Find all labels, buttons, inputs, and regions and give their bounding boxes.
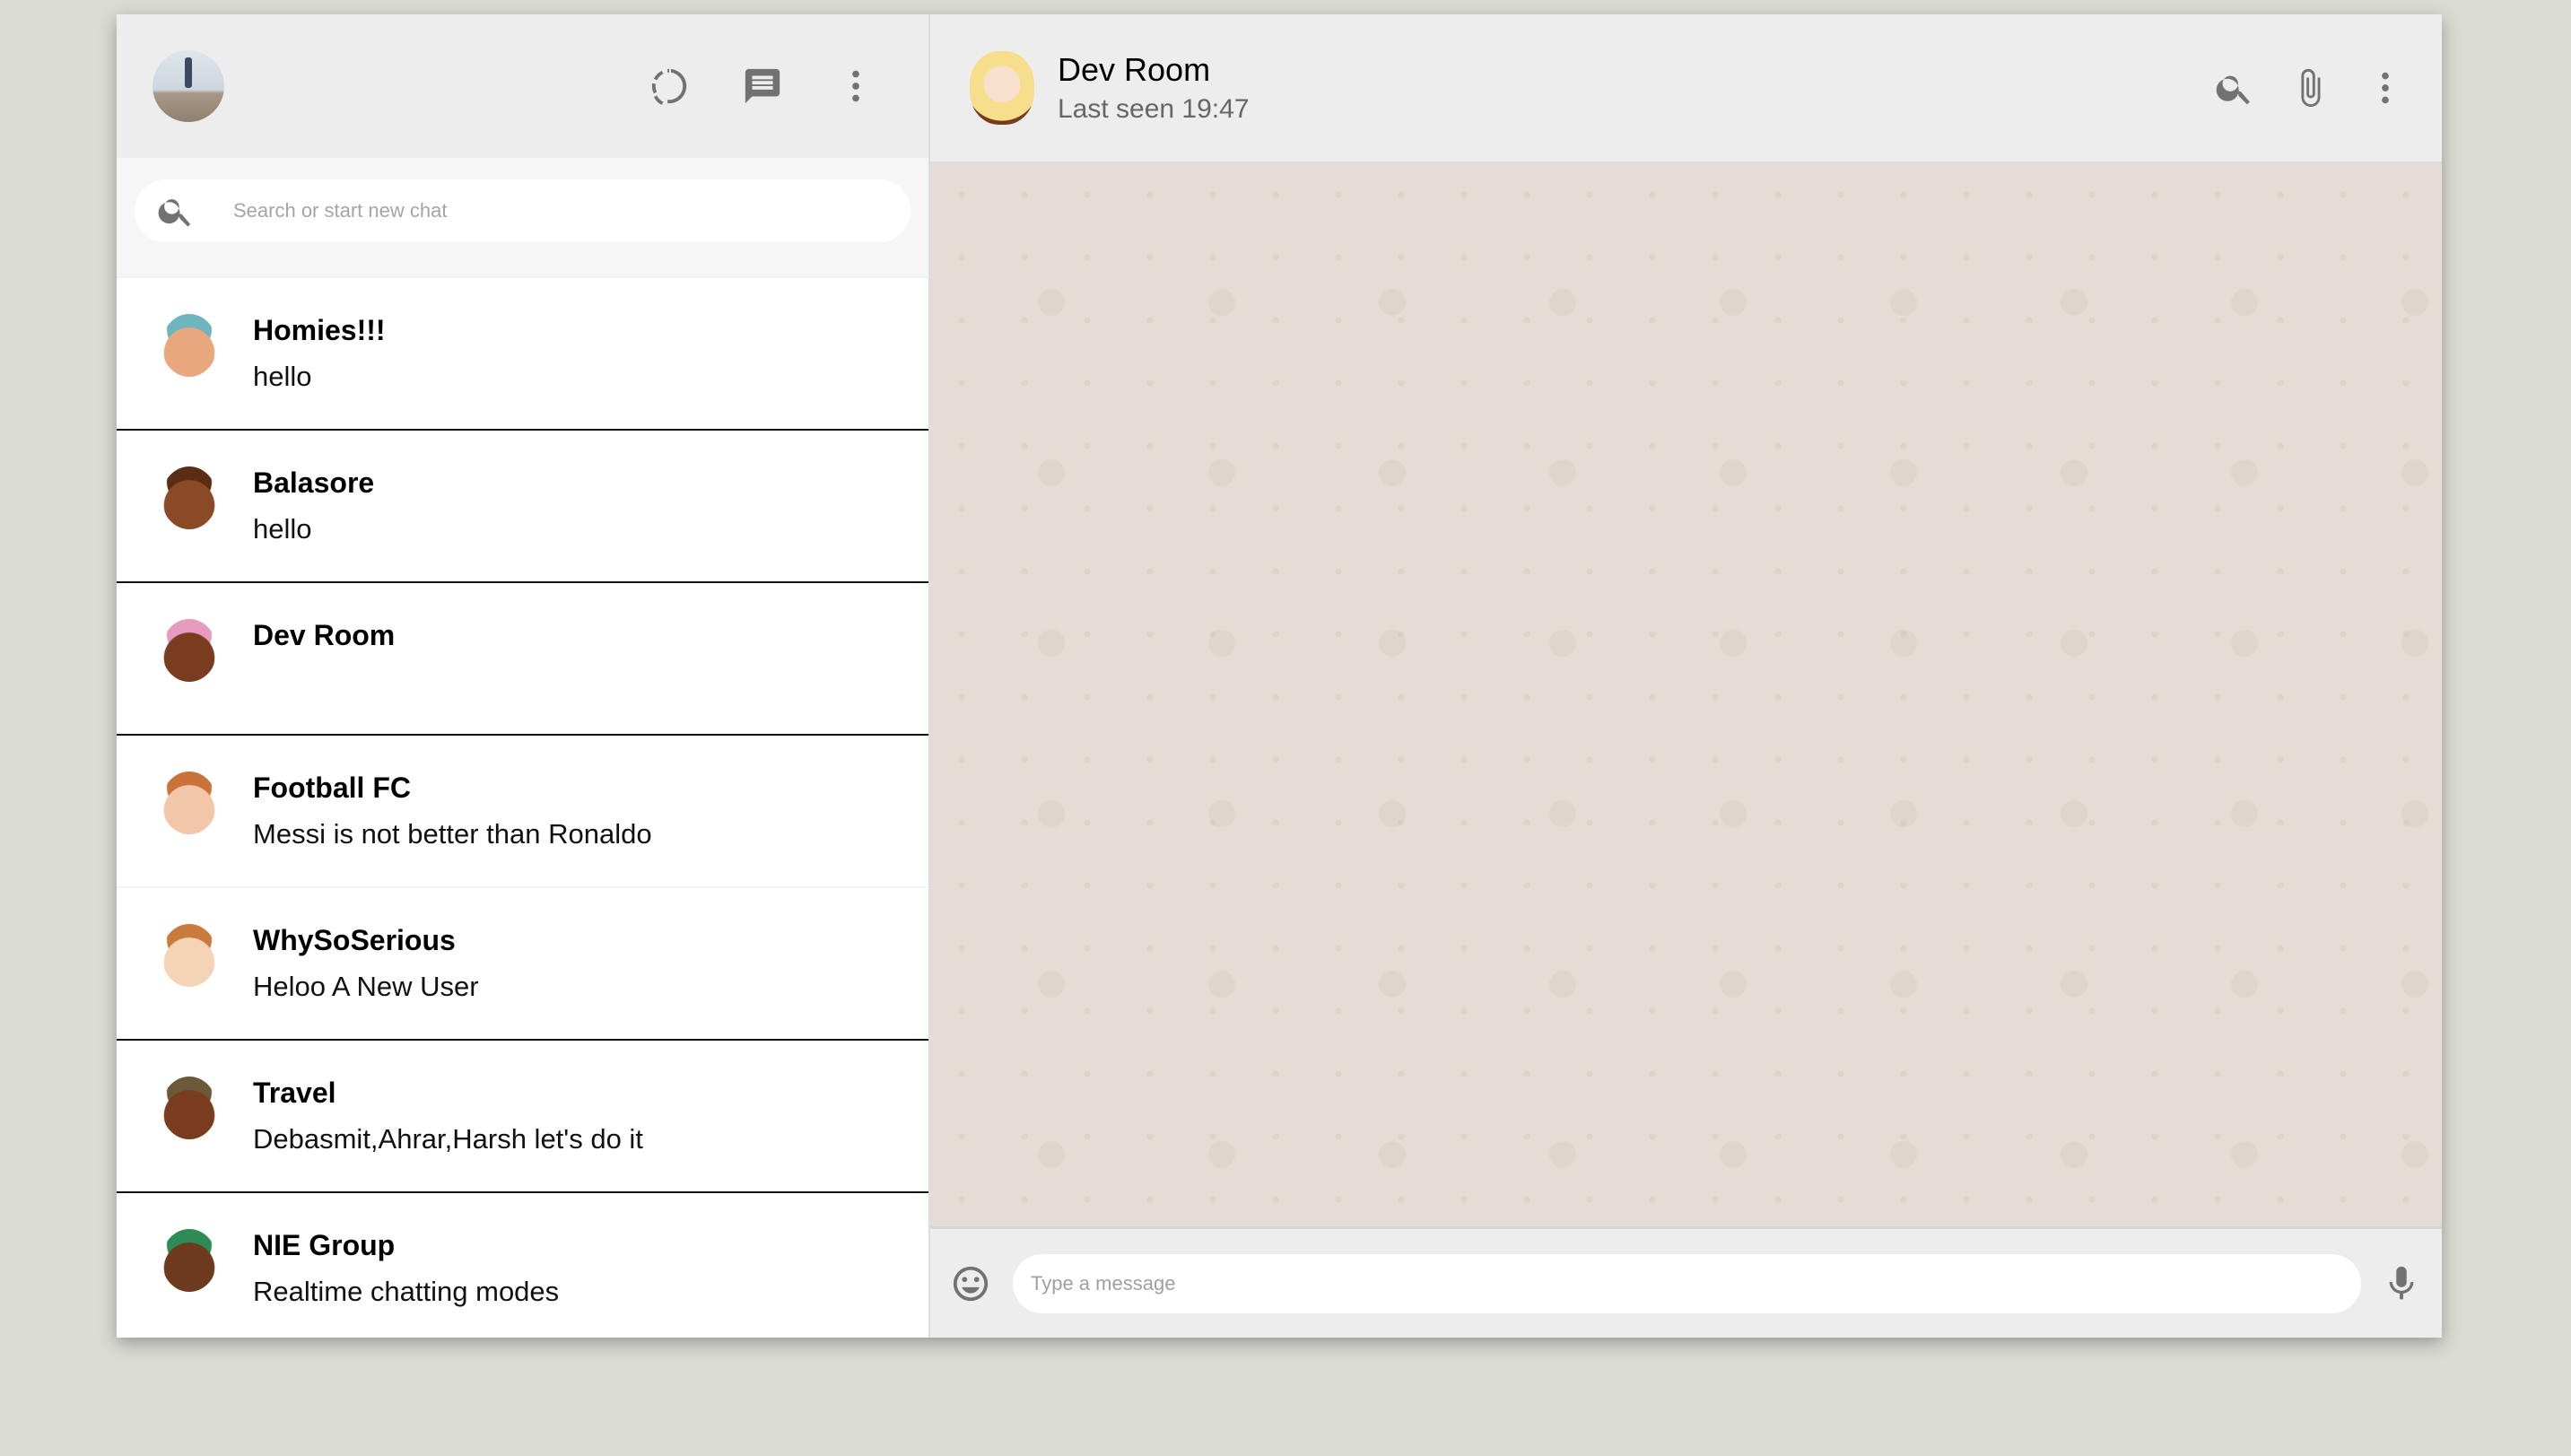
search-area xyxy=(117,158,928,278)
chat-list-item[interactable]: Balasore hello xyxy=(117,431,928,583)
attach-icon[interactable] xyxy=(2289,67,2331,109)
emoji-icon[interactable] xyxy=(950,1263,991,1304)
search-icon[interactable] xyxy=(2214,67,2255,109)
chat-name: NIE Group xyxy=(253,1229,396,1261)
chat-last-message: Messi is not better than Ronaldo xyxy=(253,818,652,850)
chat-list-item[interactable]: Travel Debasmit,Ahrar,Harsh let's do it xyxy=(117,1041,928,1193)
message-input[interactable] xyxy=(1031,1271,2343,1295)
chat-last-message: Heloo A New User xyxy=(253,971,479,1002)
user-avatar[interactable] xyxy=(153,50,224,122)
chat-avatar xyxy=(161,1229,217,1292)
chat-list-item[interactable]: NIE Group Realtime chatting modes xyxy=(117,1193,928,1338)
last-seen: Last seen 19:47 xyxy=(1058,94,1250,124)
chat-name: Dev Room xyxy=(253,619,396,651)
sidebar-header xyxy=(117,14,928,158)
more-options-icon[interactable] xyxy=(2365,67,2406,109)
chat-last-message: Realtime chatting modes xyxy=(253,1276,560,1307)
chat-title: Dev Room xyxy=(1058,51,1211,88)
chat-list-item[interactable]: Homies!!! hello xyxy=(117,278,928,431)
chat-avatar[interactable] xyxy=(970,51,1034,125)
chat-list-item[interactable]: Football FC Messi is not better than Ron… xyxy=(117,736,928,888)
chat-last-message: hello xyxy=(253,361,312,392)
search-icon xyxy=(158,199,191,227)
chat-name: Football FC xyxy=(253,772,411,804)
status-icon[interactable] xyxy=(649,65,690,107)
new-chat-icon[interactable] xyxy=(742,65,783,107)
chat-avatar xyxy=(161,772,217,834)
chat-avatar xyxy=(161,466,217,529)
app-window: Homies!!! hello Balasore hello Dev Room … xyxy=(117,14,2442,1338)
chat-name: Balasore xyxy=(253,466,375,499)
more-options-icon[interactable] xyxy=(835,65,876,107)
chat-list: Homies!!! hello Balasore hello Dev Room … xyxy=(117,278,928,1338)
chat-panel: Dev Room Last seen 19:47 xyxy=(930,14,2442,1338)
chat-avatar xyxy=(161,619,217,682)
composer xyxy=(930,1226,2442,1338)
chat-name: Travel xyxy=(253,1077,336,1109)
chat-last-message: hello xyxy=(253,513,312,545)
message-area xyxy=(930,163,2442,1226)
sidebar: Homies!!! hello Balasore hello Dev Room … xyxy=(117,14,930,1338)
chat-name: WhySoSerious xyxy=(253,924,456,956)
chat-avatar xyxy=(161,314,217,377)
chat-avatar xyxy=(161,1077,217,1139)
chat-name: Homies!!! xyxy=(253,314,386,346)
chat-last-message: Debasmit,Ahrar,Harsh let's do it xyxy=(253,1123,643,1155)
search-box[interactable] xyxy=(135,179,911,242)
chat-list-item[interactable]: WhySoSerious Heloo A New User xyxy=(117,888,928,1041)
microphone-icon[interactable] xyxy=(2381,1263,2422,1304)
chat-list-item[interactable]: Dev Room xyxy=(117,583,928,736)
message-box[interactable] xyxy=(1013,1253,2361,1313)
chat-header: Dev Room Last seen 19:47 xyxy=(930,14,2442,163)
chat-avatar xyxy=(161,924,217,987)
search-input[interactable] xyxy=(233,199,889,222)
